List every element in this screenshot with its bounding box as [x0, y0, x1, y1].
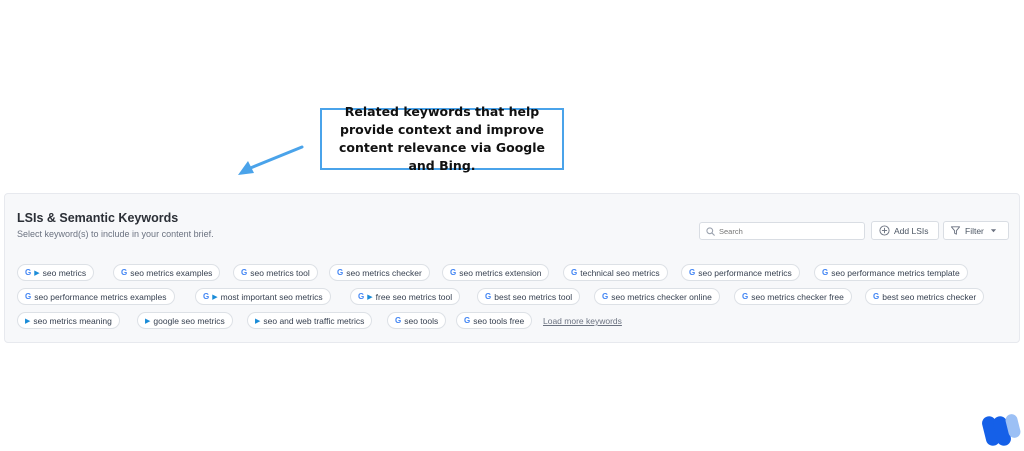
keyword-chip[interactable]: G best seo metrics checker [865, 288, 985, 305]
google-icon: G [464, 316, 471, 325]
keyword-chip-label: free seo metrics tool [375, 291, 453, 302]
keyword-chip-label: seo metrics checker free [751, 291, 844, 302]
keyword-chip[interactable]: G technical seo metrics [563, 264, 668, 281]
google-icon: G [873, 292, 880, 301]
keyword-chip[interactable]: G ▶ free seo metrics tool [350, 288, 461, 305]
keyword-chip[interactable]: G seo performance metrics template [814, 264, 968, 281]
google-icon: G [25, 268, 32, 277]
keyword-chip-label: seo performance metrics examples [34, 291, 167, 302]
panel-title: LSIs & Semantic Keywords [17, 211, 179, 225]
chip-row: ▶ seo metrics meaning ▶ google seo metri… [17, 312, 1017, 336]
keyword-chip-label: seo performance metrics [698, 267, 792, 278]
annotation-callout: Related keywords that help provide conte… [320, 104, 564, 173]
load-more-keywords-link[interactable]: Load more keywords [543, 316, 622, 326]
keyword-chip[interactable]: G ▶ seo metrics [17, 264, 95, 281]
keyword-chip[interactable]: G seo metrics examples [113, 264, 221, 281]
keyword-chip[interactable]: G seo metrics tool [233, 264, 318, 281]
keyword-chip[interactable]: ▶ google seo metrics [137, 312, 233, 329]
keyword-chip-list: G ▶ seo metrics G seo metrics examples G… [17, 264, 1017, 336]
google-icon: G [121, 268, 128, 277]
bing-icon: ▶ [25, 317, 31, 325]
google-icon: G [358, 292, 365, 301]
google-icon: G [395, 316, 402, 325]
brand-logo-icon [982, 414, 1021, 446]
google-icon: G [485, 292, 492, 301]
google-icon: G [203, 292, 210, 301]
annotation-text: Related keywords that help provide conte… [338, 104, 546, 173]
keyword-chip-label: most important seo metrics [220, 291, 323, 302]
keyword-chip-label: seo metrics extension [459, 267, 542, 278]
keyword-chip-label: seo metrics tool [250, 267, 310, 278]
keyword-chip[interactable]: G seo tools free [456, 312, 533, 329]
lsi-keywords-panel: LSIs & Semantic Keywords Select keyword(… [4, 193, 1020, 343]
google-icon: G [689, 268, 696, 277]
keyword-chip-label: seo metrics examples [130, 267, 213, 278]
keyword-chip[interactable]: G seo metrics checker online [594, 288, 720, 305]
add-lsis-label: Add LSIs [894, 225, 929, 236]
filter-label: Filter [965, 225, 984, 236]
keyword-chip[interactable]: G seo metrics checker free [734, 288, 852, 305]
chip-row: G ▶ seo metrics G seo metrics examples G… [17, 264, 1017, 288]
google-icon: G [450, 268, 457, 277]
keyword-chip-label: best seo metrics tool [494, 291, 573, 302]
keyword-chip-label: google seo metrics [153, 315, 225, 326]
bing-icon: ▶ [367, 293, 373, 301]
keyword-chip[interactable]: ▶ seo and web traffic metrics [247, 312, 373, 329]
keyword-chip-label: seo performance metrics template [831, 267, 960, 278]
google-icon: G [337, 268, 344, 277]
bing-icon: ▶ [34, 269, 40, 277]
bing-icon: ▶ [145, 317, 151, 325]
panel-subtitle: Select keyword(s) to include in your con… [17, 229, 214, 239]
bing-icon: ▶ [255, 317, 261, 325]
keyword-chip-label: seo and web traffic metrics [263, 315, 365, 326]
filter-icon [950, 226, 961, 235]
keyword-chip[interactable]: G best seo metrics tool [477, 288, 581, 305]
keyword-chip-label: seo metrics [42, 267, 87, 278]
google-icon: G [742, 292, 749, 301]
keyword-chip-label: seo metrics checker [346, 267, 422, 278]
keyword-chip[interactable]: G seo performance metrics [681, 264, 800, 281]
search-icon [706, 226, 715, 236]
keyword-chip-label: best seo metrics checker [882, 291, 977, 302]
keyword-chip[interactable]: G seo metrics extension [442, 264, 550, 281]
keyword-chip[interactable]: G seo metrics checker [329, 264, 430, 281]
caret-down-icon [990, 229, 997, 233]
keyword-chip-label: seo metrics meaning [33, 315, 112, 326]
search-box[interactable] [699, 222, 865, 240]
google-icon: G [241, 268, 248, 277]
keyword-chip-label: seo tools free [473, 315, 525, 326]
google-icon: G [25, 292, 32, 301]
keyword-chip-label: seo metrics checker online [611, 291, 712, 302]
keyword-chip[interactable]: G seo tools [387, 312, 447, 329]
bing-icon: ▶ [212, 293, 218, 301]
plus-circle-icon [879, 225, 890, 236]
google-icon: G [602, 292, 609, 301]
keyword-chip[interactable]: G ▶ most important seo metrics [195, 288, 331, 305]
keyword-chip[interactable]: ▶ seo metrics meaning [17, 312, 120, 329]
annotation-arrow [238, 145, 304, 175]
google-icon: G [571, 268, 578, 277]
search-input[interactable] [719, 226, 849, 236]
chip-row: G seo performance metrics examples G ▶ m… [17, 288, 1017, 312]
keyword-chip-label: seo tools [404, 315, 439, 326]
keyword-chip-label: technical seo metrics [580, 267, 660, 278]
add-lsis-button[interactable]: Add LSIs [871, 221, 939, 240]
google-icon: G [822, 268, 829, 277]
keyword-chip[interactable]: G seo performance metrics examples [17, 288, 175, 305]
filter-button[interactable]: Filter [943, 221, 1009, 240]
